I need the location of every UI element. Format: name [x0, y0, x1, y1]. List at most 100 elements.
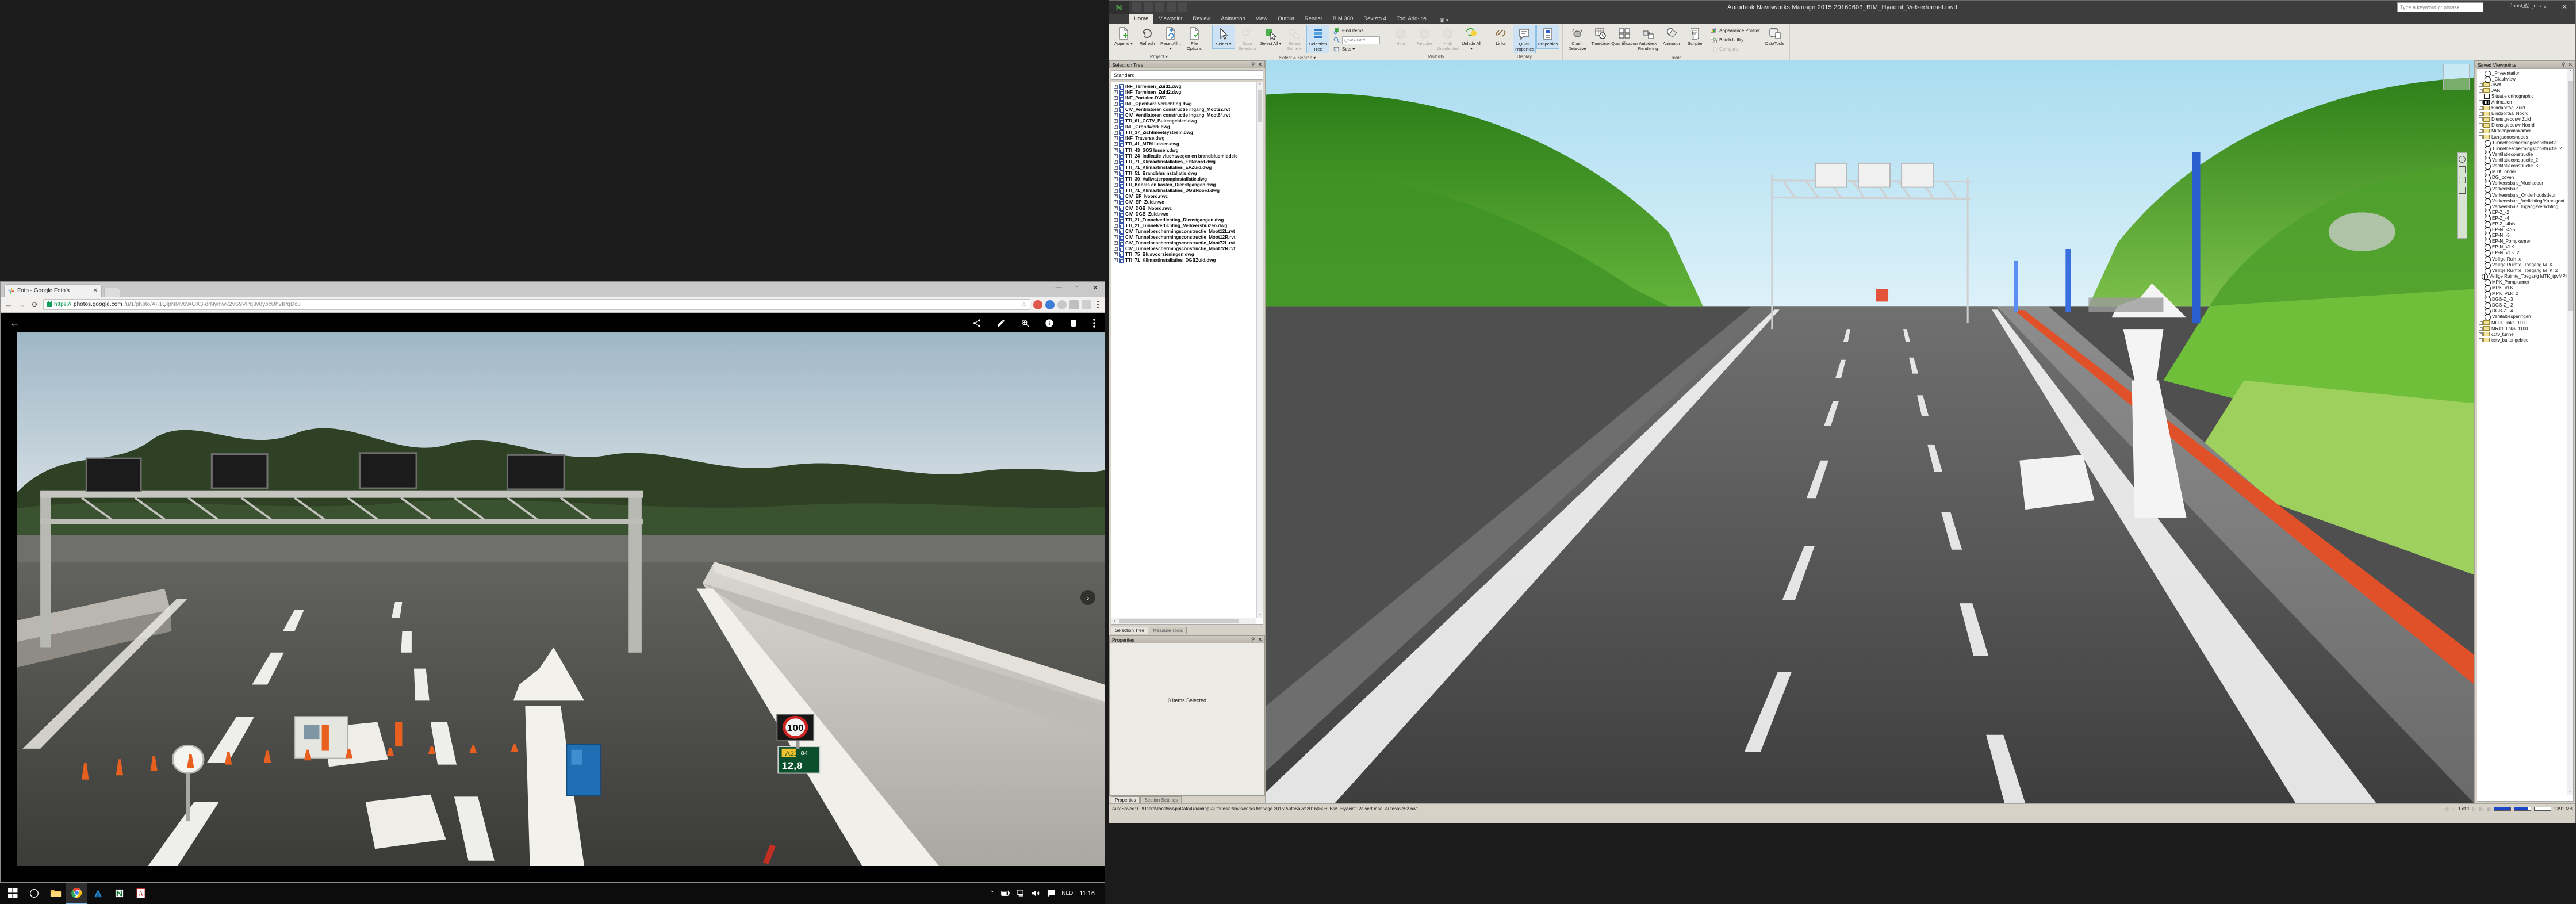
minimize-button[interactable]: — [2516, 1, 2535, 13]
ribbon-tab-viewpoint[interactable]: Viewpoint [1153, 14, 1187, 24]
close-icon[interactable]: ✕ [1258, 637, 1262, 643]
saved-viewpoints-list[interactable]: _Presentation _Clashview + JAW + JAN Situatie … [2477, 69, 2567, 801]
ribbon-button-quick-properties[interactable]: Quick Properties [1513, 25, 1536, 53]
scroll-up-icon[interactable]: ⌃ [2567, 69, 2573, 75]
zoom-icon[interactable] [1021, 319, 1030, 328]
dock-tab-section-settings[interactable]: Section Settings [1140, 796, 1182, 803]
zoom-icon[interactable] [2459, 177, 2466, 183]
browser-tab[interactable]: Foto - Google Foto's ✕ [4, 284, 102, 297]
expand-icon[interactable]: + [1114, 90, 1118, 94]
viewpoint-item[interactable]: MPK_VLK_2 [2479, 291, 2567, 298]
expand-icon[interactable]: + [1114, 206, 1118, 210]
selection-tree-item[interactable]: + CIV_Ventilatoren constructie ingang_Moo… [1114, 106, 1256, 113]
autocad-icon[interactable] [87, 883, 109, 904]
dock-tab-properties[interactable]: Properties [1111, 796, 1140, 803]
viewpoint-item[interactable]: EP-N_-5 [2479, 233, 2567, 240]
walk-icon[interactable] [2459, 187, 2466, 194]
ribbon-item-appearance-profiler[interactable]: Appearance Profiler [1708, 26, 1762, 35]
expand-icon[interactable]: + [1114, 183, 1118, 187]
selection-tree-item[interactable]: + CIV_EP_Noord.nwc [1114, 194, 1256, 200]
viewpoint-item[interactable]: MPK_VLK [2479, 285, 2567, 292]
new-tab-button[interactable] [104, 288, 120, 297]
ribbon-button-links[interactable]: Links [1489, 25, 1512, 48]
selection-tree-item[interactable]: + INF_Traverse.dwg [1114, 136, 1256, 142]
chevron-up-icon[interactable]: ⌃ [990, 890, 994, 897]
scroll-up-icon[interactable]: ⌃ [1257, 82, 1263, 89]
viewpoints-scrollbar[interactable]: ⌃ ⌄ [2567, 69, 2573, 795]
expand-icon[interactable]: + [1114, 252, 1118, 257]
extension-icon-2[interactable] [1045, 300, 1055, 309]
maximize-button[interactable]: ▫ [2535, 1, 2555, 13]
prev-page-icon[interactable]: ◁ [2452, 806, 2455, 811]
selection-tree-item[interactable]: + CIV_EP_Zuid.nwc [1114, 200, 1256, 206]
close-button[interactable]: ✕ [2555, 1, 2574, 13]
battery-icon[interactable] [1000, 890, 1010, 897]
ribbon-options-icon[interactable]: ▣ ▾ [1440, 17, 1449, 24]
ribbon-button-scripter[interactable]: Scripter [1684, 25, 1707, 48]
expand-icon[interactable]: + [2479, 88, 2483, 93]
expand-icon[interactable]: + [1114, 177, 1118, 182]
viewpoint-item[interactable]: EP-N_VLK [2479, 244, 2567, 251]
expand-icon[interactable]: + [2479, 106, 2483, 110]
expand-icon[interactable]: + [1114, 142, 1118, 147]
action-center-icon[interactable] [1047, 890, 1055, 897]
viewpoint-item[interactable]: Situatie orthographic [2479, 93, 2567, 99]
expand-icon[interactable]: + [2479, 123, 2483, 128]
viewpoint-item[interactable]: + Dienstgebouw Zuid [2479, 117, 2567, 122]
viewpoint-item[interactable]: Tunnelbeschermingsconstructie_2 [2479, 145, 2567, 152]
viewpoint-item[interactable]: + cctv_buitengebied [2479, 337, 2567, 343]
ribbon-item-quick-find[interactable]: Quick Find [1331, 36, 1382, 44]
ribbon-button-file-options[interactable]: File Options [1183, 25, 1206, 52]
viewpoint-item[interactable]: + MR01_links_1100 [2479, 325, 2567, 331]
selection-tree-mode-select[interactable]: Standard ⌄ [1111, 70, 1263, 80]
viewpoint-item[interactable]: Verkeersbuis_Ingangsverlichting [2479, 204, 2567, 210]
apps-icon[interactable] [1082, 300, 1091, 309]
cast-icon[interactable] [1070, 300, 1079, 309]
viewpoint-item[interactable]: Ventilatieconstructie_3 [2479, 163, 2567, 170]
ribbon-tab-view[interactable]: View [1251, 14, 1272, 24]
expand-icon[interactable]: + [2479, 332, 2483, 336]
ribbon-button-datatools[interactable]: DataTools [1764, 25, 1787, 48]
ribbon-tab-revizto-4[interactable]: Revizto 4 [1358, 14, 1392, 24]
pin-icon[interactable]: ⚲ [1251, 637, 1255, 643]
expand-icon[interactable]: + [1114, 258, 1118, 263]
viewpoint-item[interactable]: EP-Z_-4bis [2479, 221, 2567, 228]
ribbon-button-refresh[interactable]: Refresh [1136, 25, 1159, 48]
expand-icon[interactable]: + [1114, 171, 1118, 175]
selection-tree-item[interactable]: + TTI_Kabels en kasten_Dienstgangen.dwg [1114, 182, 1256, 189]
selection-tree-item[interactable]: + INF_Grondwerk.dwg [1114, 124, 1256, 131]
close-button[interactable]: ✕ [1086, 282, 1105, 293]
selection-tree-item[interactable]: + INF_Portalen.DWG [1114, 95, 1256, 101]
ribbon-button-append[interactable]: Append ▾ [1112, 25, 1135, 48]
selection-tree-item[interactable]: + TTI_21_Tunnelverlichting_Verkeersbuizen… [1114, 223, 1256, 229]
ribbon-button-unhide-all[interactable]: Unhide All ▾ [1460, 25, 1483, 52]
expand-icon[interactable]: + [1114, 200, 1118, 205]
ribbon-button-autodesk-rendering[interactable]: Autodesk Rendering [1636, 25, 1659, 52]
viewpoint-item[interactable]: + Dienstgebouw Noord [2479, 122, 2567, 128]
viewpoint-item[interactable]: Verkeersbuis_Onderhoudsdeur [2479, 192, 2567, 199]
taskbar-clock[interactable]: 11:16 [1079, 890, 1098, 897]
selection-tree-item[interactable]: + TTI_41_MTM lussen.dwg [1114, 141, 1256, 148]
expand-icon[interactable]: + [1114, 217, 1118, 222]
ribbon-item-sets[interactable]: Sets ▾ [1331, 45, 1382, 53]
viewpoint-item[interactable]: EP-N_VLK_2 [2479, 250, 2567, 257]
ribbon-item-batch-utility[interactable]: Batch Utility [1708, 36, 1762, 44]
expand-icon[interactable]: + [1114, 235, 1118, 239]
selection-tree-item[interactable]: + INF_Terreinen_Zuid2.dwg [1114, 89, 1256, 95]
viewpoint-item[interactable]: Verkeersbuis [2479, 186, 2567, 193]
viewpoint-item[interactable]: DGB-Z_-4 [2479, 308, 2567, 315]
expand-icon[interactable]: + [2479, 326, 2483, 331]
ribbon-button-reset-all-[interactable]: Reset All... ▾ [1159, 25, 1182, 52]
address-bar[interactable]: https://photos.google.com/u/1/photo/AF1Q… [43, 299, 1030, 310]
expand-icon[interactable]: + [1114, 159, 1118, 164]
viewpoint-item[interactable]: + cctv_tunnel [2479, 331, 2567, 337]
expand-icon[interactable]: + [2479, 112, 2483, 116]
expand-icon[interactable]: + [1114, 125, 1118, 129]
selection-tree-item[interactable]: + TTI_61_CCTV_Buitengebied.dwg [1114, 118, 1256, 125]
expand-icon[interactable]: + [1114, 148, 1118, 152]
ribbon-tab-review[interactable]: Review [1187, 14, 1216, 24]
viewpoint-item[interactable]: _Clashview [2479, 76, 2567, 83]
more-icon[interactable] [1093, 319, 1095, 328]
scroll-down-icon[interactable]: ⌄ [1257, 611, 1263, 618]
orbit-icon[interactable] [2459, 156, 2466, 163]
